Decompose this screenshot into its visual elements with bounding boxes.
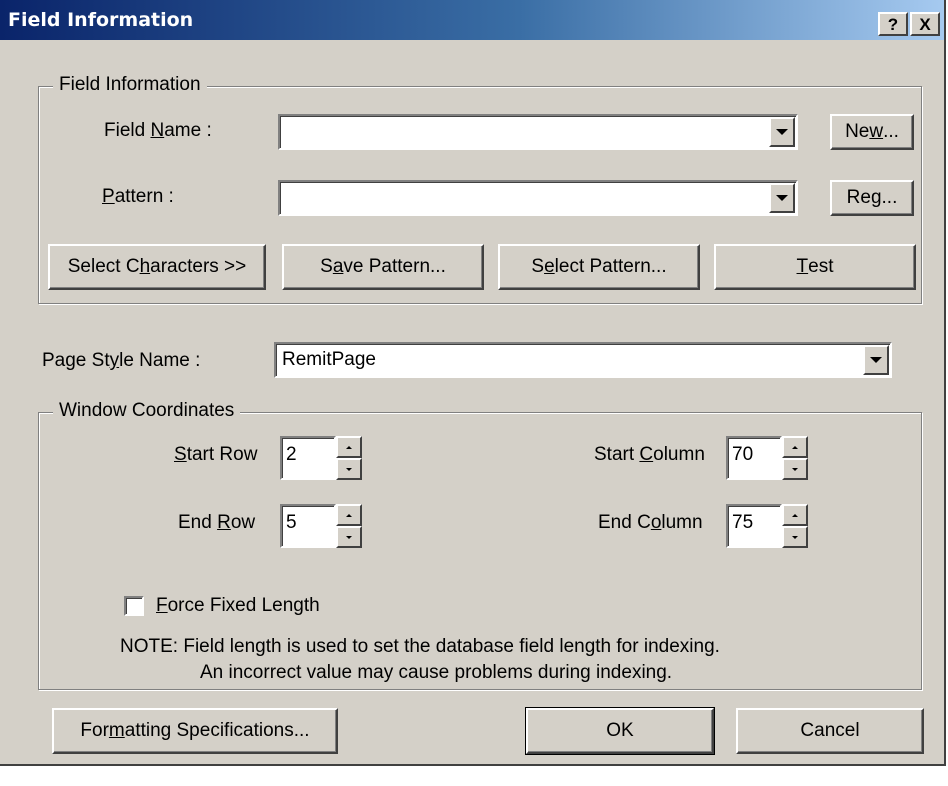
new-button[interactable]: Ne w... [830, 114, 914, 150]
start-row-spinner[interactable] [336, 436, 362, 480]
end-row-label: End Row [178, 512, 256, 533]
arrow-down-icon [792, 535, 798, 539]
end-column-spinner[interactable] [782, 504, 808, 548]
pattern-label: Pattern : [102, 186, 174, 207]
ok-button[interactable]: OK [525, 707, 715, 755]
pattern-dropdown-button[interactable] [769, 183, 795, 213]
page-style-dropdown-button[interactable] [863, 345, 889, 375]
start-column-spin-up[interactable] [782, 436, 808, 458]
page-style-name-combobox[interactable]: RemitPage [274, 342, 892, 378]
end-row-spin-up[interactable] [336, 504, 362, 526]
formatting-specifications-button[interactable]: For m atting Specifications... [52, 708, 338, 754]
chevron-down-icon [776, 129, 788, 135]
start-column-input[interactable]: 70 [726, 436, 782, 480]
field-name-combobox[interactable] [278, 114, 798, 150]
window-title: Field Information [8, 9, 194, 31]
note-line-2: An incorrect value may cause problems du… [200, 662, 673, 683]
close-button[interactable]: X [910, 12, 940, 36]
reg-button[interactable]: Re g... [830, 180, 914, 216]
force-fixed-length-checkbox[interactable] [124, 596, 144, 616]
end-row-spinner[interactable] [336, 504, 362, 548]
chevron-down-icon [776, 195, 788, 201]
title-bar[interactable]: Field Information ? X [0, 0, 944, 40]
field-name-label: Field Name : [104, 120, 212, 141]
arrow-up-icon [792, 513, 798, 517]
end-column-label: End Column [598, 512, 703, 533]
select-characters-button[interactable]: Select Ch aracters >> [48, 244, 266, 290]
arrow-down-icon [346, 467, 352, 471]
arrow-up-icon [346, 513, 352, 517]
end-column-spin-up[interactable] [782, 504, 808, 526]
save-pattern-button[interactable]: Sa ve Pattern... [282, 244, 484, 290]
start-row-label: Start Row [174, 444, 258, 465]
start-row-input[interactable]: 2 [280, 436, 336, 480]
field-information-dialog: Field Information ? X Field Information … [0, 0, 946, 766]
field-name-dropdown-button[interactable] [769, 117, 795, 147]
note-line-1: NOTE: Field length is used to set the da… [120, 636, 720, 657]
end-row-spin-down[interactable] [336, 526, 362, 548]
start-row-spin-down[interactable] [336, 458, 362, 480]
page-style-name-value: RemitPage [282, 349, 376, 370]
start-column-spinner[interactable] [782, 436, 808, 480]
arrow-down-icon [346, 535, 352, 539]
start-column-spin-down[interactable] [782, 458, 808, 480]
force-fixed-length-label[interactable]: Force Fixed Length [156, 595, 320, 617]
arrow-up-icon [792, 445, 798, 449]
end-column-spin-down[interactable] [782, 526, 808, 548]
test-button[interactable]: Test [714, 244, 916, 290]
start-column-label: Start Column [594, 444, 705, 465]
pattern-combobox[interactable] [278, 180, 798, 216]
select-pattern-button[interactable]: Se lect Pattern... [498, 244, 700, 290]
page-style-name-label: Page Style Name : [42, 350, 201, 371]
arrow-up-icon [346, 445, 352, 449]
chevron-down-icon [870, 357, 882, 363]
window-coordinates-group-label: Window Coordinates [53, 400, 241, 422]
cancel-button[interactable]: Cancel [736, 708, 924, 754]
start-row-spin-up[interactable] [336, 436, 362, 458]
arrow-down-icon [792, 467, 798, 471]
end-column-input[interactable]: 75 [726, 504, 782, 548]
end-row-input[interactable]: 5 [280, 504, 336, 548]
field-information-group-label: Field Information [53, 74, 207, 96]
help-button[interactable]: ? [878, 12, 908, 36]
